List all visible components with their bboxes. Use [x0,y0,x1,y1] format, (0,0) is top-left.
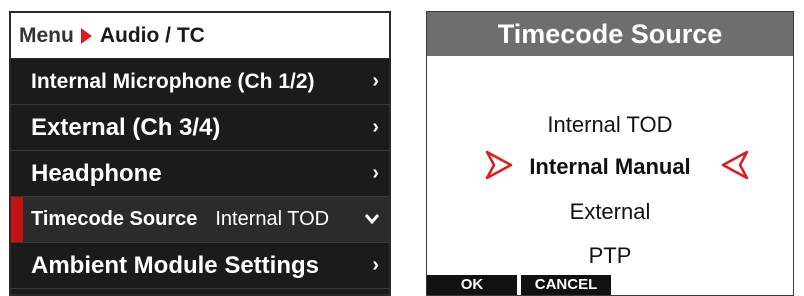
menu-item-label: Timecode Source [31,208,198,230]
dialog-title: Timecode Source [427,12,793,56]
cancel-button[interactable]: CANCEL [521,275,611,295]
dialog-buttons: OK CANCEL [427,275,615,295]
menu-item-external[interactable]: External (Ch 3/4) › [11,105,389,151]
timecode-source-dialog: Timecode Source Internal TOD Internal Ma… [426,11,794,296]
right-triangle-icon [80,27,92,44]
breadcrumb-current: Audio / TC [99,23,205,47]
selection-marker [11,197,23,242]
menu-item-label: Headphone [31,159,162,187]
menu-item-internal-microphone[interactable]: Internal Microphone (Ch 1/2) › [11,59,389,105]
menu-item-label: Internal Microphone (Ch 1/2) [31,69,315,93]
breadcrumb: Menu Audio / TC [11,13,389,59]
menu-item-timecode-source[interactable]: Timecode Source Internal TOD [11,197,389,243]
option-external[interactable]: External [427,199,793,225]
menu-item-value: Internal TOD [215,208,330,230]
menu-item-label: External (Ch 3/4) [31,113,221,141]
audio-tc-menu: Menu Audio / TC Internal Microphone (Ch … [9,11,391,296]
selection-arrow-left-icon [721,150,749,185]
chevron-right-icon: › [372,70,379,92]
chevron-right-icon: › [372,116,379,138]
menu-item-ambient-module-settings[interactable]: Ambient Module Settings › [11,243,389,289]
chevron-down-icon [361,211,380,229]
ok-button[interactable]: OK [427,275,517,295]
option-ptp[interactable]: PTP [427,243,793,269]
selection-arrow-right-icon [485,150,513,185]
chevron-right-icon: › [372,162,379,184]
screen: Menu Audio / TC Internal Microphone (Ch … [0,0,804,296]
menu-item-label: Ambient Module Settings [31,251,319,279]
chevron-right-icon: › [372,254,379,276]
menu-item-headphone[interactable]: Headphone › [11,151,389,197]
breadcrumb-menu[interactable]: Menu [19,24,74,48]
option-internal-tod[interactable]: Internal TOD [427,112,793,138]
